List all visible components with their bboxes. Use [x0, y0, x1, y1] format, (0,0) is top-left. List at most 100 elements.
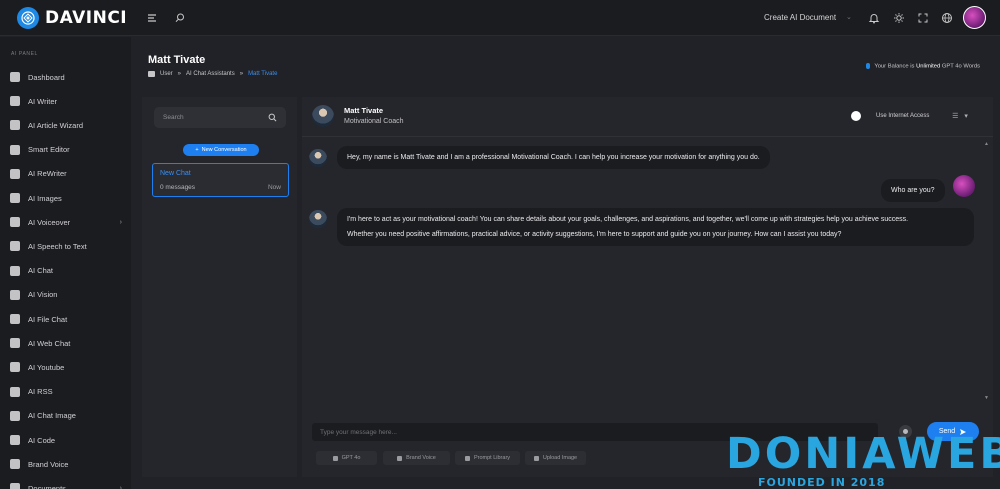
- brand-voice-button[interactable]: Brand Voice: [383, 451, 450, 465]
- logo-icon: [17, 7, 39, 29]
- sidebar-item-ai-rss[interactable]: AI RSS: [10, 384, 122, 400]
- breadcrumb-ai-chat-assistants[interactable]: AI Chat Assistants: [186, 71, 235, 77]
- breadcrumb: User » AI Chat Assistants » Matt Tivate: [148, 71, 277, 77]
- assistant-name: Matt Tivate: [344, 106, 384, 115]
- sidebar-item-label: AI Writer: [28, 96, 58, 106]
- sidebar-item-ai-writer[interactable]: AI Writer: [10, 93, 122, 109]
- sidebar-item-ai-file-chat[interactable]: AI File Chat: [10, 311, 122, 327]
- tool-label: Brand Voice: [406, 455, 436, 461]
- search-icon[interactable]: [174, 11, 188, 25]
- chat-icon: [10, 265, 20, 276]
- home-icon: [148, 71, 155, 77]
- balance-value: Unlimited: [916, 63, 941, 70]
- sidebar-item-label: AI Article Wizard: [28, 120, 84, 130]
- tool-label: GPT 4o: [341, 455, 361, 461]
- bell-icon[interactable]: [868, 11, 882, 25]
- prompt-library-button[interactable]: Prompt Library: [455, 451, 520, 465]
- sidebar-item-documents[interactable]: Documents ›: [10, 480, 122, 489]
- tool-label: Prompt Library: [473, 455, 511, 461]
- chat-header: Matt Tivate Motivational Coach Use Inter…: [302, 97, 993, 137]
- sidebar-item-ai-voiceover[interactable]: AI Voiceover ›: [10, 214, 122, 230]
- sidebar-item-ai-code[interactable]: AI Code: [10, 432, 122, 448]
- create-document-link[interactable]: Create AI Document: [764, 13, 836, 22]
- conversation-search-input[interactable]: Search: [154, 107, 286, 128]
- sidebar-item-label: AI Chat Image: [28, 411, 76, 421]
- sidebar-item-ai-chat-image[interactable]: AI Chat Image: [10, 408, 122, 424]
- model-select-button[interactable]: GPT 4o: [316, 451, 377, 465]
- code-icon: [10, 435, 20, 445]
- sidebar-item-ai-chat[interactable]: AI Chat: [10, 263, 122, 279]
- sidebar-item-label: AI Code: [28, 435, 56, 445]
- new-conversation-button[interactable]: + New Conversation: [183, 144, 259, 156]
- image-icon: [10, 193, 20, 203]
- brush-icon: [10, 144, 20, 155]
- sidebar: AI PANEL Dashboard AI Writer AI Article Wi…: [0, 37, 131, 489]
- megaphone-icon: [397, 455, 403, 461]
- sidebar-item-brand-voice[interactable]: Brand Voice: [10, 456, 122, 472]
- sidebar-item-label: AI RSS: [28, 387, 53, 397]
- menu-toggle-icon[interactable]: [146, 11, 160, 25]
- upload-image-button[interactable]: Upload Image: [525, 451, 586, 465]
- sidebar-item-label: AI Voiceover: [28, 217, 71, 227]
- scroll-down-icon[interactable]: ▼: [984, 395, 989, 401]
- scroll-up-icon[interactable]: ▲: [984, 141, 989, 147]
- sidebar-item-ai-article-wizard[interactable]: AI Article Wizard: [10, 117, 122, 133]
- sidebar-item-label: AI Chat: [28, 266, 54, 276]
- eye-icon: [10, 289, 20, 300]
- fullscreen-icon[interactable]: [917, 11, 931, 25]
- globe-icon: [10, 338, 20, 349]
- assistant-message: Hey, my name is Matt Tivate and I am a p…: [337, 146, 770, 169]
- language-globe-icon[interactable]: [941, 11, 955, 25]
- sidebar-item-label: AI Images: [28, 193, 62, 203]
- breadcrumb-user[interactable]: User: [160, 71, 173, 77]
- chevron-down-icon[interactable]: ⌄: [846, 13, 852, 21]
- transcript-icon: [10, 241, 20, 252]
- conversation-item[interactable]: New Chat 0 messages Now: [152, 163, 289, 197]
- folder-icon: [10, 314, 20, 324]
- balance-icon: [865, 63, 870, 69]
- sidebar-item-label: Dashboard: [28, 72, 65, 82]
- chat-scrollbar[interactable]: ▲ ▼: [983, 141, 991, 403]
- soundwave-icon: [10, 217, 20, 228]
- sidebar-item-ai-speech-to-text[interactable]: AI Speech to Text: [10, 238, 122, 254]
- chat-panel: Matt Tivate Motivational Coach Use Inter…: [302, 97, 993, 477]
- sidebar-section-title: AI PANEL: [11, 51, 38, 57]
- theme-sun-icon[interactable]: [893, 11, 907, 25]
- document-icon: [10, 483, 20, 489]
- app-logo[interactable]: DAVINCI: [17, 7, 127, 29]
- sidebar-item-ai-youtube[interactable]: AI Youtube: [10, 359, 122, 375]
- megaphone-icon: [10, 459, 20, 470]
- watermark-text: DONIAWEB: [726, 429, 1000, 479]
- conversation-message-count: 0 messages: [160, 184, 196, 191]
- sidebar-item-label: AI Vision: [28, 290, 58, 300]
- top-bar: DAVINCI Create AI Document ⌄: [0, 0, 1000, 36]
- sidebar-item-ai-rewriter[interactable]: AI ReWriter: [10, 166, 122, 182]
- user-avatar[interactable]: [963, 6, 986, 29]
- chevron-right-icon: ›: [119, 484, 122, 489]
- user-message-avatar: [953, 175, 975, 197]
- app-name: DAVINCI: [45, 8, 128, 28]
- internet-access-toggle[interactable]: [851, 111, 861, 121]
- search-icon: [268, 113, 277, 122]
- breadcrumb-separator: »: [177, 71, 182, 77]
- sidebar-item-label: AI ReWriter: [28, 169, 67, 179]
- balance-suffix: GPT 4o Words: [941, 63, 980, 70]
- conversation-panel: Search + New Conversation New Chat 0 mes…: [142, 97, 297, 477]
- sidebar-item-dashboard[interactable]: Dashboard: [10, 69, 122, 85]
- sidebar-item-ai-web-chat[interactable]: AI Web Chat: [10, 335, 122, 351]
- chat-options-button[interactable]: ☰ ▾: [945, 107, 975, 125]
- message-input-placeholder: Type your message here...: [320, 428, 397, 436]
- robot-icon: [10, 96, 20, 107]
- balance-info: Your Balance is Unlimited GPT 4o Words: [865, 63, 980, 70]
- sidebar-item-label: AI Speech to Text: [28, 241, 87, 251]
- sparkle-icon: [10, 120, 20, 131]
- sidebar-item-ai-vision[interactable]: AI Vision: [10, 287, 122, 303]
- message-line: Whether you need positive affirmations, …: [347, 231, 842, 238]
- sidebar-item-smart-editor[interactable]: Smart Editor: [10, 142, 122, 158]
- assistant-avatar: [312, 105, 334, 127]
- sidebar-item-ai-images[interactable]: AI Images: [10, 190, 122, 206]
- assistant-role: Motivational Coach: [344, 118, 404, 125]
- conversation-time: Now: [267, 184, 281, 191]
- book-icon: [464, 455, 470, 461]
- image-icon: [533, 455, 539, 461]
